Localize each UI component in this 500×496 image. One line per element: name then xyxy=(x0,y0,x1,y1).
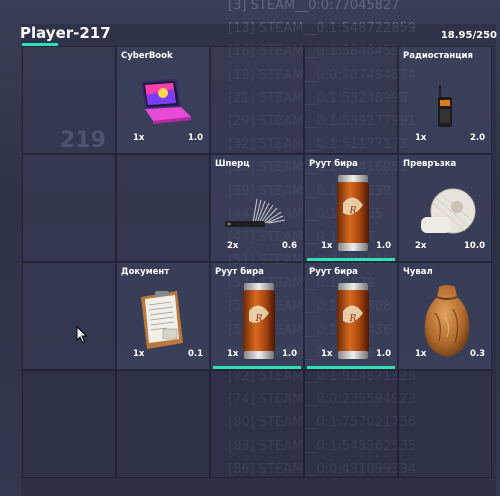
item-quantity: 1x xyxy=(133,349,145,359)
item-name: Чувал xyxy=(403,267,433,277)
inventory-slot[interactable]: CyberBook 1x 1.0 xyxy=(116,46,210,154)
inventory-slot[interactable] xyxy=(210,370,304,478)
item-quantity: 1x xyxy=(415,349,427,359)
item-quantity: 2x xyxy=(415,241,427,251)
hotbar-indicator xyxy=(213,366,301,369)
inventory-slot[interactable]: Чувал 1x 0.3 xyxy=(398,262,492,370)
beer-can-icon: R xyxy=(241,281,277,365)
item-name: CyberBook xyxy=(121,51,173,61)
item-name: Радиостанция xyxy=(403,51,473,61)
item-weight: 0.6 xyxy=(281,241,297,251)
svg-text:R: R xyxy=(349,206,357,216)
inventory-slot[interactable]: Руут бира R 1x 1.0 xyxy=(304,262,398,370)
item-weight: 10.0 xyxy=(464,241,485,251)
inventory-weight: 18.95/250 xyxy=(440,30,497,41)
svg-text:R: R xyxy=(255,314,263,324)
mouse-cursor-icon xyxy=(76,326,88,344)
bandage-icon xyxy=(419,187,477,243)
inventory-slot[interactable] xyxy=(22,262,116,370)
item-quantity: 1x xyxy=(321,349,333,359)
inventory-slot[interactable] xyxy=(22,370,116,478)
item-weight: 1.0 xyxy=(375,349,391,359)
svg-text:R: R xyxy=(349,314,357,324)
item-weight: 1.0 xyxy=(375,241,391,251)
inventory-slot[interactable]: Руут бира R 1x 1.0 xyxy=(210,262,304,370)
sack-icon xyxy=(421,283,473,363)
item-quantity: 1x xyxy=(321,241,333,251)
hotbar-indicator xyxy=(307,258,395,261)
item-name: Шперц xyxy=(215,159,250,169)
inventory-slot[interactable] xyxy=(116,370,210,478)
slot-number-watermark: 219 xyxy=(60,128,106,153)
item-name: Документ xyxy=(121,267,170,277)
player-name: Player-217 xyxy=(20,24,111,42)
inventory-slot[interactable]: Документ 1x 0.1 xyxy=(116,262,210,370)
document-icon xyxy=(137,289,187,355)
lockpick-icon xyxy=(223,197,287,235)
hotbar-indicator xyxy=(307,366,395,369)
inventory-slot[interactable] xyxy=(304,46,398,154)
laptop-icon xyxy=(133,77,193,129)
inventory-slot[interactable]: Радиостанция 1x 2.0 xyxy=(398,46,492,154)
item-name: Руут бира xyxy=(309,159,358,169)
inventory-grid: CyberBook 1x 1.0 Радиостанция 1x 2.0 Шперц xyxy=(22,46,492,478)
item-name: Руут бира xyxy=(215,267,264,277)
console-line: [3] STEAM__0:0:77045827 xyxy=(228,0,400,13)
inventory-slot[interactable] xyxy=(116,154,210,262)
item-weight: 0.1 xyxy=(187,349,203,359)
item-weight: 1.0 xyxy=(187,133,203,143)
beer-can-icon: R xyxy=(335,173,371,257)
inventory-slot[interactable]: Шперц 2x 0.6 xyxy=(210,154,304,262)
item-quantity: 1x xyxy=(133,133,145,143)
item-quantity: 2x xyxy=(227,241,239,251)
item-name: Превръзка xyxy=(403,159,457,169)
inventory-slot[interactable]: Превръзка 2x 10.0 xyxy=(398,154,492,262)
inventory-slot[interactable] xyxy=(22,154,116,262)
item-name: Руут бира xyxy=(309,267,358,277)
item-weight: 1.0 xyxy=(281,349,297,359)
item-weight: 2.0 xyxy=(469,133,485,143)
radio-icon xyxy=(435,85,455,133)
inventory-slot[interactable]: Руут бира R 1x 1.0 xyxy=(304,154,398,262)
inventory-slot[interactable] xyxy=(210,46,304,154)
beer-can-icon: R xyxy=(335,281,371,365)
item-quantity: 1x xyxy=(227,349,239,359)
inventory-slot[interactable] xyxy=(304,370,398,478)
item-weight: 0.3 xyxy=(469,349,485,359)
inventory-slot[interactable] xyxy=(398,370,492,478)
item-quantity: 1x xyxy=(415,133,427,143)
